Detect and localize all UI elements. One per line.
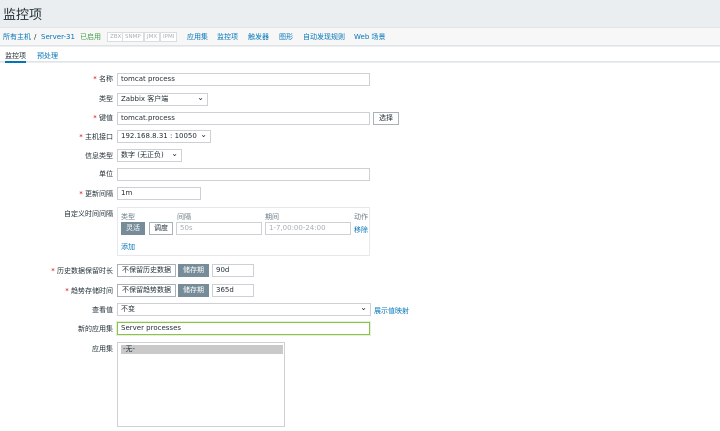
show-value-select[interactable]: 不变 bbox=[117, 303, 371, 316]
interface-label: * 主机接口 bbox=[79, 133, 113, 141]
info-type-select-value: 数字 (无正负) bbox=[121, 151, 164, 159]
show-value-select-value: 不变 bbox=[121, 305, 135, 313]
breadcrumb-host[interactable]: Server-31 bbox=[41, 33, 75, 42]
host-status-enabled[interactable]: 已启用 bbox=[80, 33, 101, 42]
page-title: 监控项 bbox=[3, 8, 43, 23]
new-application-label: 新的应用集 bbox=[78, 325, 113, 333]
flex-period-input[interactable]: 1-7,00:00-24:00 bbox=[265, 222, 351, 235]
item-form: * 名称 tomcat process 类型 Zabbix 客户端 * 键值 t… bbox=[0, 63, 720, 431]
type-select-value: Zabbix 客户端 bbox=[121, 95, 169, 103]
col-type-header: 类型 bbox=[121, 213, 135, 221]
flex-interval-input[interactable]: 50s bbox=[176, 222, 262, 235]
custom-intervals-label: 自定义时间间隔 bbox=[64, 210, 113, 218]
name-input[interactable]: tomcat process bbox=[117, 73, 370, 86]
flexible-toggle[interactable]: 灵活 bbox=[121, 222, 145, 235]
breadcrumb-separator: / bbox=[34, 33, 37, 41]
col-action-header: 动作 bbox=[354, 213, 368, 221]
show-value-mappings-link[interactable]: 展示值映射 bbox=[374, 306, 409, 316]
interface-select-value: 192.168.8.31 : 10050 bbox=[121, 132, 197, 140]
new-application-input[interactable]: Server processes bbox=[117, 322, 370, 335]
key-input[interactable]: tomcat.process bbox=[117, 112, 370, 125]
ipmi-availability-badge: IPMI bbox=[160, 32, 178, 42]
trends-no-keep-toggle[interactable]: 不保留趋势数据 bbox=[117, 284, 176, 297]
info-type-select[interactable]: 数字 (无正负) bbox=[117, 149, 182, 162]
applications-option-none[interactable]: -无- bbox=[121, 345, 283, 354]
units-label: 单位 bbox=[99, 170, 113, 178]
units-input[interactable] bbox=[117, 168, 370, 181]
name-label: * 名称 bbox=[93, 75, 113, 83]
update-interval-label: * 更新间隔 bbox=[79, 190, 113, 198]
nav-discovery-rules[interactable]: 自动发现规则 bbox=[303, 33, 345, 42]
history-input[interactable]: 90d bbox=[212, 264, 254, 277]
applications-listbox[interactable]: -无- bbox=[117, 342, 285, 427]
nav-items[interactable]: 监控项 bbox=[217, 33, 238, 42]
history-no-keep-toggle[interactable]: 不保留历史数据 bbox=[117, 264, 176, 277]
col-interval-header: 间隔 bbox=[177, 213, 191, 221]
applications-label: 应用集 bbox=[92, 345, 113, 353]
nav-graphs[interactable]: 图形 bbox=[279, 33, 293, 42]
type-select[interactable]: Zabbix 客户端 bbox=[117, 93, 208, 106]
custom-intervals-table: 类型 间隔 期间 动作 灵活 调度 50s 1-7,00:00-24:00 移除… bbox=[117, 207, 370, 256]
breadcrumb-all-hosts[interactable]: 所有主机 bbox=[3, 33, 31, 42]
history-keep-toggle[interactable]: 储存期 bbox=[178, 264, 209, 277]
history-label: * 历史数据保留时长 bbox=[51, 267, 113, 275]
trends-input[interactable]: 365d bbox=[212, 284, 254, 297]
jmx-availability-badge: JMX bbox=[144, 32, 161, 42]
tab-preprocessing[interactable]: 预处理 bbox=[37, 51, 58, 61]
col-period-header: 期间 bbox=[265, 213, 279, 221]
host-navigation: 所有主机 / Server-31 已启用 ZBX SNMP JMX IPMI 应… bbox=[0, 27, 720, 46]
snmp-availability-badge: SNMP bbox=[122, 32, 144, 42]
flex-remove-link[interactable]: 移除 bbox=[354, 225, 368, 235]
interface-select[interactable]: 192.168.8.31 : 10050 bbox=[117, 130, 211, 143]
key-select-button[interactable]: 选择 bbox=[373, 112, 399, 125]
tab-item[interactable]: 监控项 bbox=[5, 51, 26, 63]
nav-triggers[interactable]: 触发器 bbox=[248, 33, 269, 42]
key-label: * 键值 bbox=[93, 114, 113, 122]
flex-add-link[interactable]: 添加 bbox=[121, 242, 135, 252]
show-value-label: 查看值 bbox=[92, 306, 113, 314]
scheduling-toggle[interactable]: 调度 bbox=[149, 222, 173, 235]
info-type-label: 信息类型 bbox=[85, 152, 113, 160]
trends-label: * 趋势存储时间 bbox=[65, 287, 113, 295]
form-tabs: 监控项 预处理 bbox=[0, 47, 720, 63]
trends-keep-toggle[interactable]: 储存期 bbox=[178, 284, 209, 297]
update-interval-input[interactable]: 1m bbox=[117, 187, 201, 200]
type-label: 类型 bbox=[99, 95, 113, 103]
nav-web-scenarios[interactable]: Web 场景 bbox=[354, 33, 386, 42]
nav-applications[interactable]: 应用集 bbox=[187, 33, 208, 42]
